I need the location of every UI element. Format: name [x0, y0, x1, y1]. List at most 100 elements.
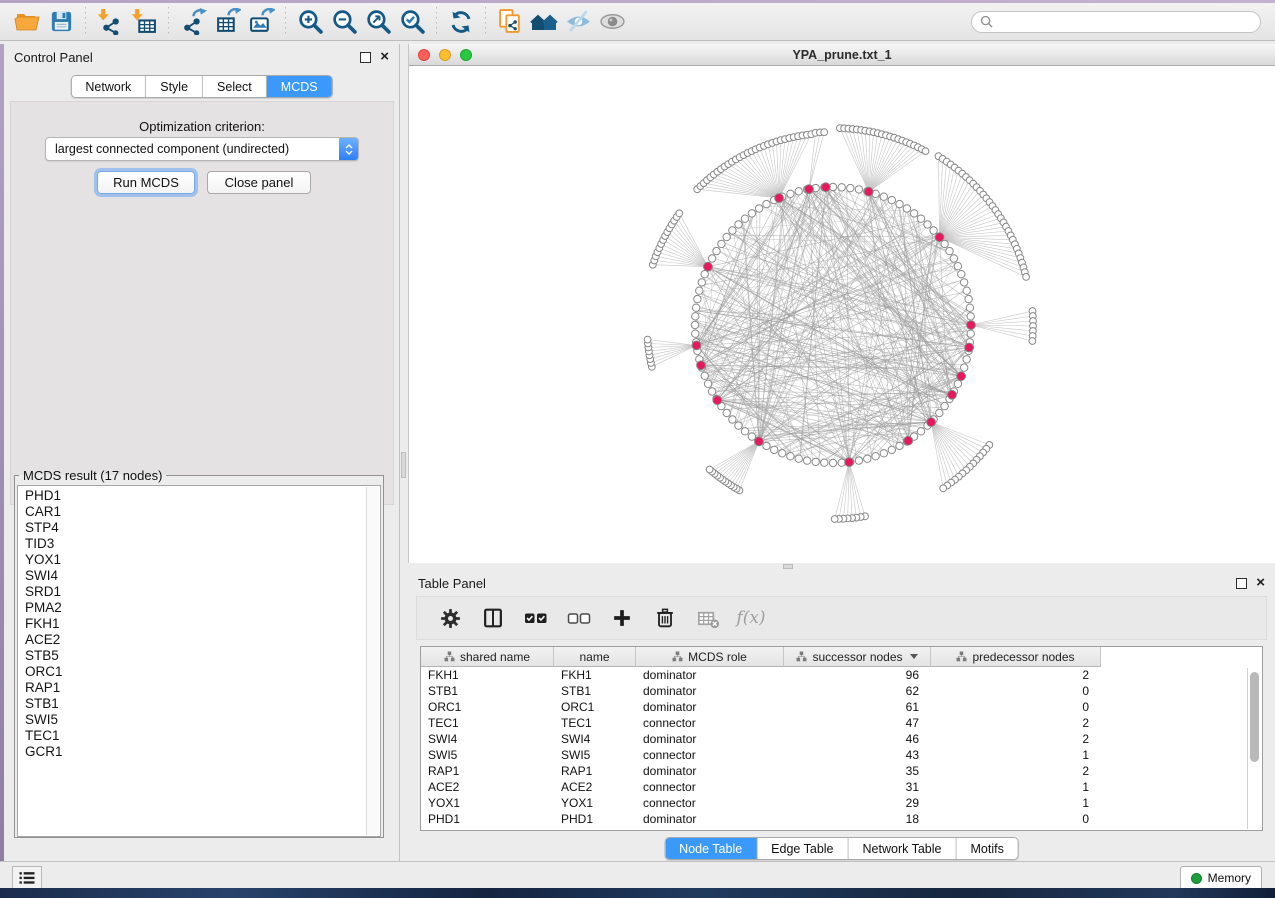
column-header-name[interactable]: name [554, 647, 636, 667]
delete-table-button[interactable] [693, 603, 723, 633]
network-node[interactable] [961, 364, 968, 371]
network-hub-node[interactable] [697, 361, 706, 370]
add-column-button[interactable] [607, 603, 637, 633]
mcds-list-item[interactable]: STB5 [25, 648, 366, 664]
float-panel-icon[interactable] [360, 52, 371, 63]
mcds-list-item[interactable]: RAP1 [25, 680, 366, 696]
network-node[interactable] [838, 184, 845, 191]
network-node[interactable] [748, 433, 755, 440]
export-network-button[interactable] [176, 6, 210, 38]
network-node[interactable] [954, 380, 961, 387]
network-leaf-node[interactable] [644, 336, 651, 343]
mcds-list-item[interactable]: ACE2 [25, 632, 366, 648]
network-node[interactable] [713, 247, 720, 254]
network-leaf-node[interactable] [1023, 274, 1030, 281]
mcds-list-item[interactable]: SWI5 [25, 712, 366, 728]
network-node[interactable] [741, 428, 748, 435]
splitter-grip[interactable] [783, 564, 793, 569]
network-node[interactable] [847, 184, 854, 191]
network-node[interactable] [950, 255, 957, 262]
network-node[interactable] [965, 295, 972, 302]
network-hub-node[interactable] [692, 341, 701, 350]
close-panel-button[interactable]: Close panel [207, 171, 311, 194]
network-hub-node[interactable] [935, 233, 944, 242]
table-row[interactable]: ACE2ACE2connector311 [421, 779, 1248, 795]
table-row[interactable]: FKH1FKH1dominator962 [421, 667, 1248, 683]
close-panel-icon[interactable]: × [1256, 578, 1265, 588]
table-row[interactable]: PHD1PHD1dominator180 [421, 811, 1248, 827]
network-node[interactable] [880, 450, 887, 457]
network-node[interactable] [967, 330, 974, 337]
mcds-list-item[interactable]: STP4 [25, 520, 366, 536]
network-hub-node[interactable] [864, 187, 873, 196]
mcds-list-item[interactable]: PHD1 [25, 488, 366, 504]
tab-motifs[interactable]: Motifs [956, 838, 1017, 859]
hide-selected-button[interactable] [561, 6, 595, 38]
table-row[interactable]: YOX1YOX1connector291 [421, 795, 1248, 811]
network-node[interactable] [729, 416, 736, 423]
table-row[interactable]: RAP1RAP1dominator352 [421, 763, 1248, 779]
network-node[interactable] [708, 255, 715, 262]
network-node[interactable] [864, 455, 871, 462]
network-node[interactable] [787, 190, 794, 197]
network-node[interactable] [880, 193, 887, 200]
network-node[interactable] [954, 263, 961, 270]
zoom-in-button[interactable] [293, 6, 327, 38]
network-hub-node[interactable] [948, 390, 957, 399]
zoom-out-button[interactable] [327, 6, 361, 38]
mcds-list-item[interactable]: SRD1 [25, 584, 366, 600]
tab-select[interactable]: Select [203, 76, 267, 97]
deselect-all-button[interactable] [564, 603, 594, 633]
table-scrollbar[interactable] [1247, 668, 1261, 829]
tab-node-table[interactable]: Node Table [665, 838, 757, 859]
network-node[interactable] [692, 313, 699, 320]
network-node[interactable] [924, 221, 931, 228]
network-node[interactable] [701, 372, 708, 379]
network-node[interactable] [903, 205, 910, 212]
network-hub-node[interactable] [927, 418, 936, 427]
network-leaf-node[interactable] [922, 148, 929, 155]
network-node[interactable] [763, 442, 770, 449]
network-node[interactable] [779, 450, 786, 457]
zoom-fit-button[interactable] [361, 6, 395, 38]
tab-mcds[interactable]: MCDS [267, 76, 332, 97]
import-network-button[interactable] [93, 6, 127, 38]
network-node[interactable] [741, 215, 748, 222]
network-node[interactable] [771, 446, 778, 453]
column-header-successor-nodes[interactable]: successor nodes [784, 647, 931, 667]
column-header-mcds-role[interactable]: MCDS role [636, 647, 784, 667]
network-node[interactable] [787, 453, 794, 460]
network-node[interactable] [917, 428, 924, 435]
network-canvas[interactable] [409, 66, 1274, 562]
network-node[interactable] [896, 442, 903, 449]
network-node[interactable] [708, 388, 715, 395]
close-panel-icon[interactable]: × [380, 52, 389, 62]
network-leaf-node[interactable] [706, 466, 713, 473]
mcds-list-item[interactable]: FKH1 [25, 616, 366, 632]
network-node[interactable] [795, 188, 802, 195]
network-node[interactable] [698, 279, 705, 286]
network-node[interactable] [855, 186, 862, 193]
network-node[interactable] [946, 247, 953, 254]
table-scrollbar-thumb[interactable] [1250, 672, 1259, 762]
apply-function-button[interactable]: f(x) [736, 603, 766, 633]
network-node[interactable] [692, 330, 699, 337]
memory-button[interactable]: Memory [1180, 866, 1262, 890]
network-hub-node[interactable] [957, 372, 966, 381]
task-history-button[interactable] [12, 866, 42, 890]
select-all-button[interactable] [521, 603, 551, 633]
network-node[interactable] [888, 446, 895, 453]
table-options-button[interactable] [435, 603, 465, 633]
open-session-button[interactable] [10, 6, 44, 38]
network-node[interactable] [910, 210, 917, 217]
network-node[interactable] [723, 233, 730, 240]
delete-column-button[interactable] [650, 603, 680, 633]
network-node[interactable] [803, 457, 810, 464]
splitter-grip[interactable] [401, 452, 406, 478]
apply-layout-button[interactable] [444, 6, 478, 38]
network-node[interactable] [966, 304, 973, 311]
first-neighbors-button[interactable] [527, 6, 561, 38]
mcds-list-item[interactable]: PMA2 [25, 600, 366, 616]
mcds-list-scrollbar[interactable] [366, 487, 379, 835]
network-node[interactable] [917, 215, 924, 222]
